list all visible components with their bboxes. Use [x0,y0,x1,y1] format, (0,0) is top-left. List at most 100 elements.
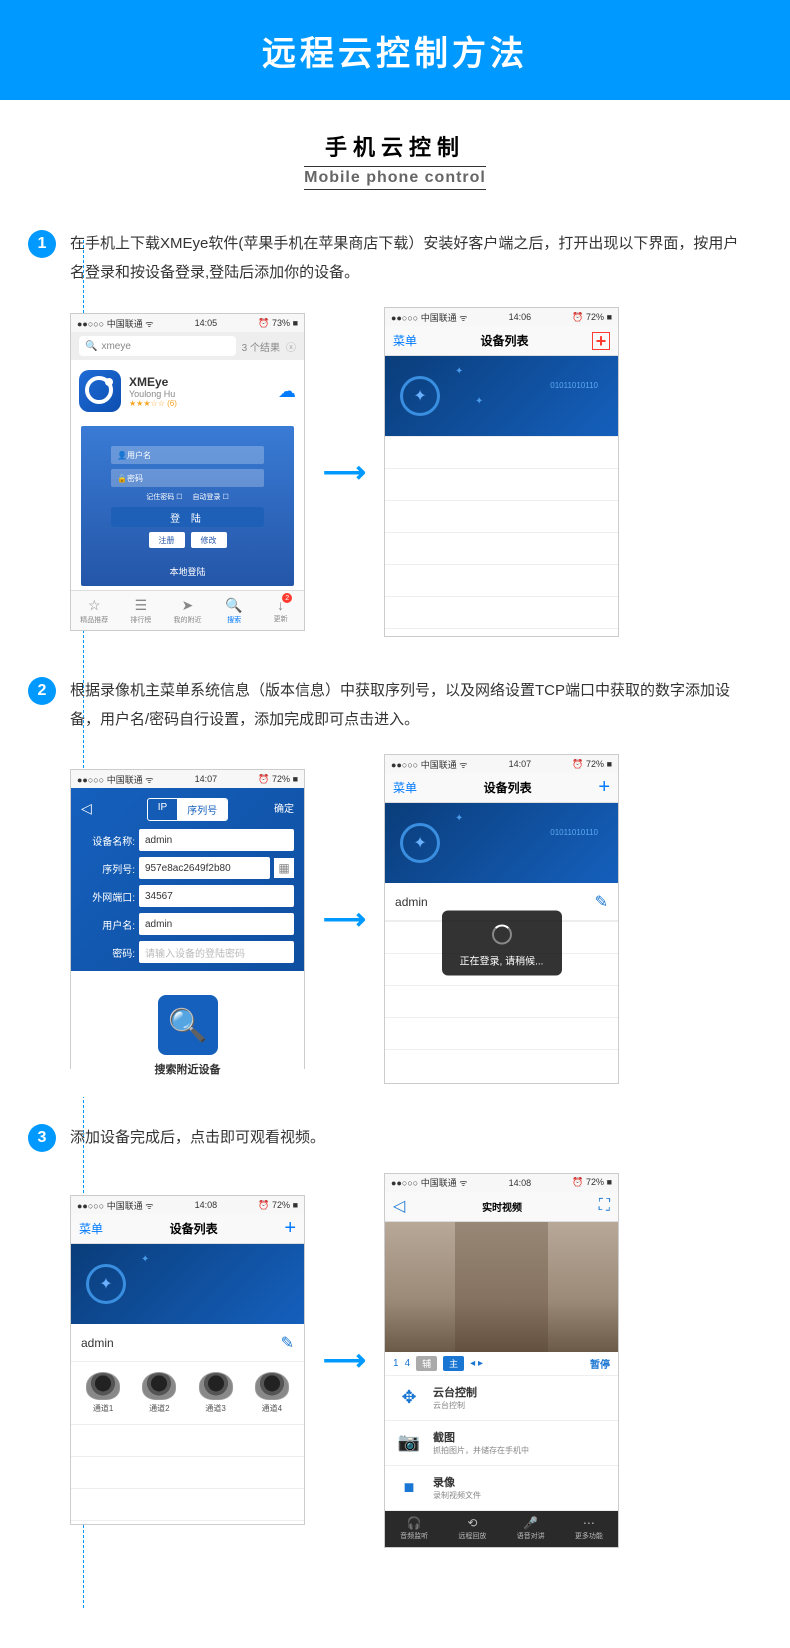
page-banner: 远程云控制方法 [0,0,790,100]
status-bar: ●●○○○ 中国联通 ᯤ 14:05 ⏰ 73% ■ [71,314,304,332]
ptz-icon: ✥ [395,1384,423,1412]
header-graphic: ✦✦01011010110 [385,356,618,436]
search-header: 🔍xmeye 3 个结果 ⓧ [71,332,304,360]
tab-more[interactable]: ⋯更多功能 [560,1511,618,1547]
tab-talk[interactable]: 🎤语音对讲 [502,1511,560,1547]
app-screenshot: 👤 用户名 🔒 密码 记住密码 ☐自动登录 ☐ 登 陆 注册修改 本地登陆 [81,426,294,586]
login-pwd: 🔒 密码 [111,469,264,487]
video-preview[interactable] [385,1222,618,1352]
app-name: XMEye [129,375,270,389]
label-pwd: 密码: [81,945,135,960]
edit-icon[interactable]: ✎ [595,892,608,912]
loading-toast: 正在登录, 请稍候... [442,911,562,976]
step-text: 根据录像机主菜单系统信息（版本信息）中获取序列号，以及网络设置TCP端口中获取的… [70,677,740,734]
phone-channels: ●●○○○ 中国联通 ᯤ14:08⏰ 72% ■ 菜单 设备列表 + ✦ adm… [70,1195,305,1525]
stream-main[interactable]: 主 [443,1356,464,1371]
step-1: 1 在手机上下载XMEye软件(苹果手机在苹果商店下载）安装好客户端之后，打开出… [70,230,740,637]
app-result[interactable]: XMEye Youlong Hu ★★★☆☆ (6) ☁ [71,360,304,422]
edit-icon[interactable]: ✎ [281,1333,294,1353]
arrow-icon: ⟶ [323,455,366,490]
subtitle-en: Mobile phone control [304,166,486,190]
back-button[interactable]: ◁ [81,800,92,817]
tab-search[interactable]: 🔍搜索 [211,591,258,630]
nav-title: 实时视频 [482,1199,522,1214]
tab-playback[interactable]: ⟲远程回放 [443,1511,501,1547]
tab-featured[interactable]: ☆精品推荐 [71,591,118,630]
channel-3[interactable]: 通道3 [199,1372,233,1414]
input-pwd[interactable]: 请输入设备的登陆密码 [139,941,294,963]
segment-control[interactable]: IP 序列号 [147,798,228,821]
option-snapshot[interactable]: 📷截图抓拍图片，并储存在手机中 [385,1421,618,1466]
device-row[interactable]: admin ✎ [71,1324,304,1362]
label-name: 设备名称: [81,833,135,848]
confirm-button[interactable]: 确定 [274,800,294,815]
arrow-icon: ⟶ [323,1343,366,1378]
input-user[interactable]: admin [139,913,294,935]
input-serial[interactable]: 957e8ac2649f2b80 [139,857,270,879]
channel-list: 通道1 通道2 通道3 通道4 [71,1362,304,1424]
input-name[interactable]: admin [139,829,294,851]
add-button[interactable]: + [284,1217,296,1240]
clear-icon[interactable]: ⓧ [286,339,296,354]
pause-button[interactable]: 暂停 [590,1356,610,1371]
camera-icon [255,1372,289,1400]
record-icon: ■ [395,1474,423,1502]
step-badge: 3 [28,1124,56,1152]
grid-4[interactable]: 4 [405,1358,411,1369]
subtitle-cn: 手机云控制 [0,130,790,162]
menu-button[interactable]: 菜单 [393,332,417,349]
camera-icon [199,1372,233,1400]
login-button: 登 陆 [111,507,264,527]
qr-icon[interactable]: ▦ [274,858,294,878]
back-button[interactable]: ◁ [393,1196,405,1216]
nav-title: 设备列表 [481,332,529,349]
step-text: 在手机上下载XMEye软件(苹果手机在苹果商店下载）安装好客户端之后，打开出现以… [70,230,740,287]
label-user: 用户名: [81,917,135,932]
search-input[interactable]: 🔍xmeye [79,336,236,356]
option-record[interactable]: ■录像录制视频文件 [385,1466,618,1511]
magnify-icon: 🔍 [158,995,218,1055]
channel-2[interactable]: 通道2 [142,1372,176,1414]
menu-button[interactable]: 菜单 [79,1220,103,1237]
channel-4[interactable]: 通道4 [255,1372,289,1414]
channel-1[interactable]: 通道1 [86,1372,120,1414]
footer-tabs: 🎧音频监听 ⟲远程回放 🎤语音对讲 ⋯更多功能 [385,1511,618,1547]
phone-live-video: ●●○○○ 中国联通 ᯤ14:08⏰ 72% ■ ◁ 实时视频 ⛶ 1 4 辅 … [384,1173,619,1548]
spinner-icon [492,925,512,945]
device-name: admin [395,895,428,909]
tab-charts[interactable]: ☰排行榜 [118,591,165,630]
device-name: admin [81,1336,114,1350]
grid-1[interactable]: 1 [393,1358,399,1369]
add-button[interactable]: + [598,776,610,799]
input-port[interactable]: 34567 [139,885,294,907]
step-badge: 1 [28,230,56,258]
add-button[interactable]: + [592,332,610,350]
login-user: 👤 用户名 [111,446,264,464]
tab-near[interactable]: ➤我的附近 [164,591,211,630]
step-text: 添加设备完成后，点击即可观看视频。 [70,1124,740,1153]
arrow-icon: ⟶ [323,902,366,937]
app-rating: ★★★☆☆ (6) [129,399,270,408]
option-ptz[interactable]: ✥云台控制云台控制 [385,1376,618,1421]
download-icon[interactable]: ☁ [278,381,296,402]
tab-updates[interactable]: ↓更新 [257,591,304,630]
seg-serial[interactable]: 序列号 [177,799,227,820]
search-nearby-button[interactable]: 🔍 搜索附近设备 [153,995,223,1077]
phone-appstore: ●●○○○ 中国联通 ᯤ 14:05 ⏰ 73% ■ 🔍xmeye 3 个结果 … [70,313,305,631]
nav-arrows[interactable]: ◂ ▸ [470,1358,483,1369]
fullscreen-icon[interactable]: ⛶ [599,1197,610,1215]
label-port: 外网端口: [81,889,135,904]
results-count: 3 个结果 [242,339,280,354]
camera-icon [86,1372,120,1400]
phone-devicelist-empty: ●●○○○ 中国联通 ᯤ14:06⏰ 72% ■ 菜单 设备列表 + ✦✦010… [384,307,619,637]
video-controls: 1 4 辅 主 ◂ ▸ 暂停 [385,1352,618,1376]
tab-audio[interactable]: 🎧音频监听 [385,1511,443,1547]
menu-button[interactable]: 菜单 [393,779,417,796]
appstore-tabs: ☆精品推荐 ☰排行榜 ➤我的附近 🔍搜索 ↓更新 [71,590,304,630]
phone-logging-in: ●●○○○ 中国联通 ᯤ14:07⏰ 72% ■ 菜单 设备列表 + ✦0101… [384,754,619,1084]
camera-icon: 📷 [395,1429,423,1457]
camera-icon [142,1372,176,1400]
stream-aux[interactable]: 辅 [416,1356,437,1371]
label-serial: 序列号: [81,861,135,876]
seg-ip[interactable]: IP [148,799,177,820]
